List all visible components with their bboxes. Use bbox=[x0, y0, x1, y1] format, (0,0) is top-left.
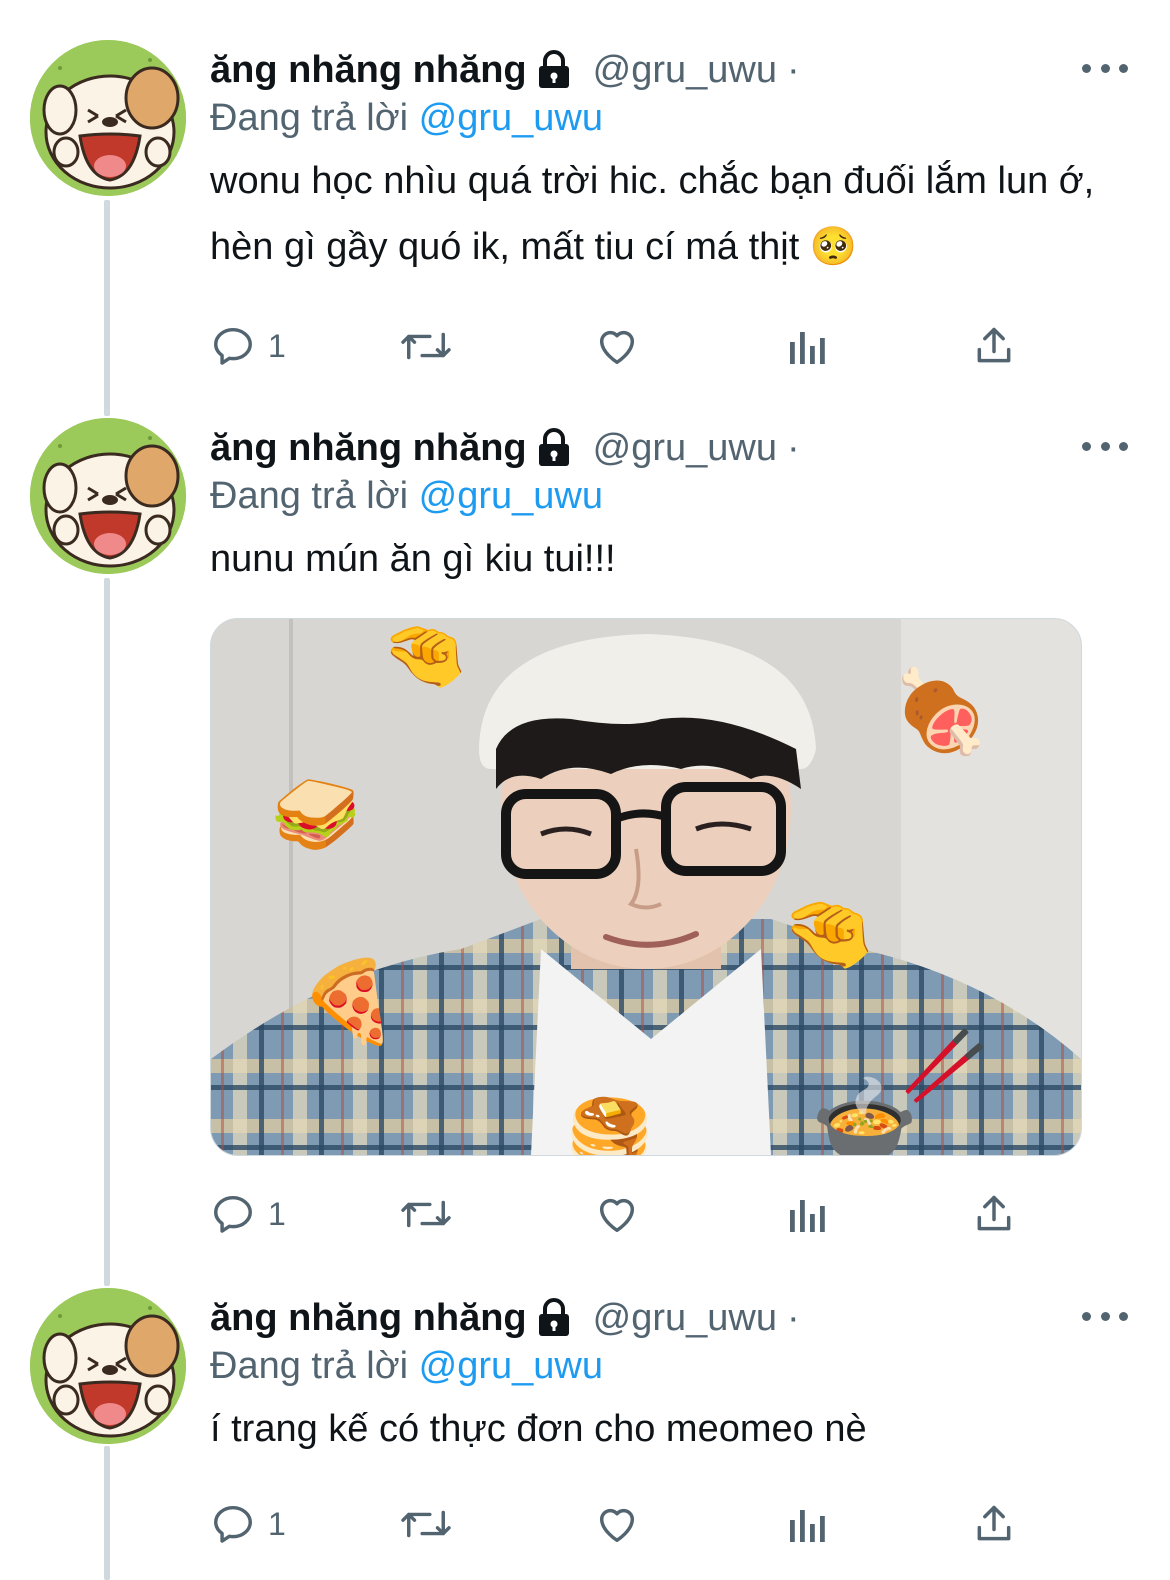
thread-line-1 bbox=[104, 200, 110, 416]
reply-button[interactable]: 1 bbox=[210, 316, 286, 376]
share-icon bbox=[977, 1505, 1011, 1541]
dog-avatar-icon bbox=[30, 418, 186, 574]
separator-dot: · bbox=[786, 48, 800, 91]
chopsticks-icon: 🥢 bbox=[901, 1026, 988, 1105]
lock-icon bbox=[535, 1298, 573, 1338]
share-button[interactable] bbox=[972, 1184, 1016, 1244]
pinching-hand-icon: 🤏 bbox=[781, 891, 876, 976]
sandwich-icon: 🥪 bbox=[271, 775, 361, 855]
tweet-actions: 1 bbox=[210, 316, 1030, 376]
reply-count: 1 bbox=[268, 1195, 286, 1232]
like-button[interactable] bbox=[594, 1494, 640, 1554]
analytics-icon bbox=[790, 332, 825, 364]
retweet-button[interactable] bbox=[398, 1494, 454, 1554]
reply-count: 1 bbox=[268, 327, 286, 364]
meat-icon: 🍖 bbox=[891, 664, 991, 762]
more-icon[interactable] bbox=[1082, 1296, 1128, 1336]
analytics-button[interactable] bbox=[788, 1184, 828, 1244]
display-name[interactable]: ăng nhăng nhăng bbox=[210, 49, 527, 92]
reply-mention-link[interactable]: @gru_uwu bbox=[419, 1345, 603, 1387]
analytics-icon bbox=[790, 1200, 825, 1232]
dog-avatar-icon bbox=[30, 40, 186, 196]
lock-icon bbox=[535, 50, 573, 90]
like-button[interactable] bbox=[594, 1184, 640, 1244]
reply-button[interactable]: 1 bbox=[210, 1184, 286, 1244]
tweet-text: nunu mún ăn gì kiu tui!!! bbox=[210, 538, 616, 580]
reply-button[interactable]: 1 bbox=[210, 1494, 286, 1554]
retweet-icon bbox=[401, 1510, 451, 1538]
share-button[interactable] bbox=[972, 316, 1016, 376]
photo-illustration: 🤏 🍖 🥪 🤏 🍕 🥞 🍲 🥢 bbox=[211, 619, 1081, 1155]
user-handle[interactable]: @gru_uwu bbox=[593, 49, 777, 92]
reply-count: 1 bbox=[268, 1505, 286, 1542]
analytics-icon bbox=[790, 1510, 825, 1542]
reply-icon bbox=[214, 1195, 252, 1233]
share-icon bbox=[977, 327, 1011, 363]
tweet-actions: 1 bbox=[210, 1494, 1030, 1554]
tweet-actions: 1 bbox=[210, 1184, 1030, 1244]
pancakes-icon: 🥞 bbox=[566, 1095, 653, 1155]
share-icon bbox=[977, 1195, 1011, 1231]
reply-mention-link[interactable]: @gru_uwu bbox=[419, 97, 603, 139]
avatar[interactable] bbox=[30, 40, 186, 196]
avatar[interactable] bbox=[30, 1288, 186, 1444]
like-icon bbox=[599, 1198, 635, 1233]
reply-prefix: Đang trả lời bbox=[210, 97, 409, 139]
avatar[interactable] bbox=[30, 418, 186, 574]
like-icon bbox=[599, 1508, 635, 1543]
user-handle[interactable]: @gru_uwu bbox=[593, 1297, 777, 1340]
retweet-button[interactable] bbox=[398, 316, 454, 376]
like-icon bbox=[599, 330, 635, 365]
retweet-icon bbox=[401, 1200, 451, 1228]
thread-line-3 bbox=[104, 1446, 110, 1580]
thread-line-2 bbox=[104, 578, 110, 1286]
reply-prefix: Đang trả lời bbox=[210, 1345, 409, 1387]
like-button[interactable] bbox=[594, 316, 640, 376]
reply-icon bbox=[214, 1505, 252, 1543]
retweet-button[interactable] bbox=[398, 1184, 454, 1244]
reply-icon bbox=[214, 327, 252, 365]
more-icon[interactable] bbox=[1082, 48, 1128, 88]
separator-dot: · bbox=[786, 426, 800, 469]
analytics-button[interactable] bbox=[788, 316, 828, 376]
user-handle[interactable]: @gru_uwu bbox=[593, 427, 777, 470]
tweet-text: í trang kế có thực đơn cho meomeo nè bbox=[210, 1408, 867, 1450]
reply-prefix: Đang trả lời bbox=[210, 475, 409, 517]
pinching-hand-icon: 🤏 bbox=[381, 619, 468, 694]
lock-icon bbox=[535, 428, 573, 468]
retweet-icon bbox=[401, 332, 451, 360]
tweet-media-photo[interactable]: 🤏 🍖 🥪 🤏 🍕 🥞 🍲 🥢 bbox=[210, 618, 1082, 1156]
reply-mention-link[interactable]: @gru_uwu bbox=[419, 475, 603, 517]
display-name[interactable]: ăng nhăng nhăng bbox=[210, 427, 527, 470]
dog-avatar-icon bbox=[30, 1288, 186, 1444]
more-icon[interactable] bbox=[1082, 426, 1128, 466]
share-button[interactable] bbox=[972, 1494, 1016, 1554]
pizza-icon: 🍕 bbox=[299, 956, 399, 1047]
display-name[interactable]: ăng nhăng nhăng bbox=[210, 1297, 527, 1340]
tweet-text: wonu học nhìu quá trời hic. chắc bạn đuố… bbox=[210, 160, 1095, 268]
analytics-button[interactable] bbox=[788, 1494, 828, 1554]
separator-dot: · bbox=[786, 1296, 800, 1339]
